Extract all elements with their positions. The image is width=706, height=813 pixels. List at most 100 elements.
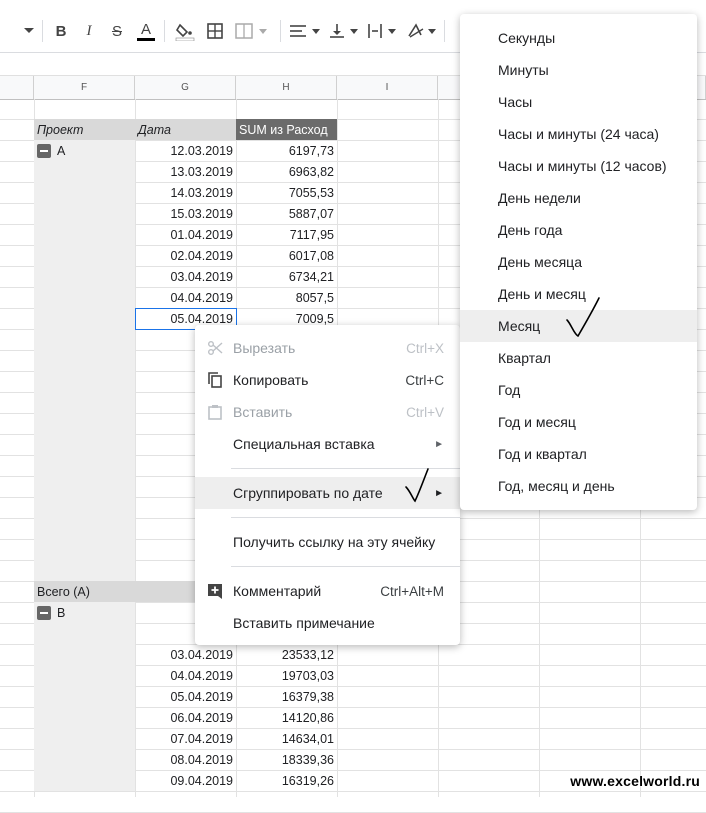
pivot-date-cell[interactable]: 05.04.2019 <box>135 686 236 707</box>
submenu-item[interactable]: Часы <box>460 86 697 118</box>
column-header-f[interactable]: F <box>34 76 135 99</box>
submenu-item[interactable]: Часы и минуты (12 часов) <box>460 150 697 182</box>
pivot-group-cell[interactable] <box>34 224 135 245</box>
text-rotation-icon[interactable] <box>406 20 440 42</box>
bold-icon[interactable]: B <box>52 20 70 42</box>
pivot-value-cell[interactable]: 16379,38 <box>236 686 337 707</box>
column-header-blank[interactable] <box>0 76 34 99</box>
pivot-date-cell[interactable]: 04.04.2019 <box>135 287 236 308</box>
pivot-group-cell[interactable] <box>34 350 135 371</box>
pivot-group-cell[interactable] <box>34 539 135 560</box>
pivot-value-cell[interactable]: 5887,07 <box>236 203 337 224</box>
pivot-group-cell[interactable]: A <box>34 140 135 161</box>
pivot-date-cell[interactable]: 08.04.2019 <box>135 749 236 770</box>
pivot-group-cell[interactable] <box>34 266 135 287</box>
pivot-date-cell[interactable]: 03.04.2019 <box>135 266 236 287</box>
pivot-value-cell[interactable]: 7055,53 <box>236 182 337 203</box>
collapse-group-icon[interactable] <box>37 143 51 158</box>
pivot-value-cell[interactable]: 7117,95 <box>236 224 337 245</box>
pivot-group-cell[interactable] <box>34 728 135 749</box>
pivot-date-cell[interactable]: 01.04.2019 <box>135 224 236 245</box>
pivot-group-cell[interactable] <box>34 497 135 518</box>
pivot-group-cell[interactable] <box>34 182 135 203</box>
pivot-group-cell[interactable] <box>34 665 135 686</box>
pivot-group-cell[interactable] <box>34 560 135 581</box>
italic-icon[interactable]: I <box>80 20 98 42</box>
pivot-date-cell[interactable]: 15.03.2019 <box>135 203 236 224</box>
pivot-group-cell[interactable] <box>34 623 135 644</box>
pivot-value-cell[interactable]: 6197,73 <box>236 140 337 161</box>
pivot-group-cell[interactable] <box>34 329 135 350</box>
submenu-item[interactable]: Минуты <box>460 54 697 86</box>
pivot-value-cell[interactable]: 14120,86 <box>236 707 337 728</box>
pivot-value-cell[interactable]: 6017,08 <box>236 245 337 266</box>
submenu-item[interactable]: День недели <box>460 182 697 214</box>
pivot-header-project[interactable]: Проект <box>34 119 135 140</box>
column-header-h[interactable]: H <box>236 76 337 99</box>
menu-item-copy[interactable]: Копировать Ctrl+C <box>195 364 460 396</box>
submenu-item[interactable]: Год и квартал <box>460 438 697 470</box>
pivot-group-cell[interactable] <box>34 371 135 392</box>
pivot-group-cell[interactable] <box>34 161 135 182</box>
menu-item-insert-note[interactable]: Вставить примечание <box>195 607 460 639</box>
pivot-group-cell[interactable] <box>34 287 135 308</box>
pivot-group-cell[interactable] <box>34 707 135 728</box>
column-header-i[interactable]: I <box>337 76 438 99</box>
menu-item-paste-special[interactable]: Специальная вставка ► <box>195 428 460 460</box>
horizontal-align-icon[interactable] <box>288 20 322 42</box>
pivot-value-cell[interactable]: 23533,12 <box>236 644 337 665</box>
menu-item-paste[interactable]: Вставить Ctrl+V <box>195 396 460 428</box>
pivot-group-cell[interactable] <box>34 203 135 224</box>
pivot-group-cell[interactable] <box>34 644 135 665</box>
submenu-item[interactable]: Год, месяц и день <box>460 470 697 502</box>
pivot-group-cell[interactable] <box>34 476 135 497</box>
menu-item-get-link[interactable]: Получить ссылку на эту ячейку <box>195 526 460 558</box>
pivot-group-cell[interactable] <box>34 392 135 413</box>
vertical-align-icon[interactable] <box>328 20 362 42</box>
pivot-group-cell[interactable] <box>34 770 135 791</box>
pivot-total-label[interactable]: Всего (A) <box>34 581 135 602</box>
merge-cells-icon[interactable] <box>234 20 270 42</box>
fill-color-icon[interactable] <box>174 20 196 42</box>
submenu-item[interactable]: День месяца <box>460 246 697 278</box>
pivot-group-cell[interactable] <box>34 749 135 770</box>
submenu-item[interactable]: Квартал <box>460 342 697 374</box>
pivot-group-cell[interactable] <box>34 245 135 266</box>
pivot-date-cell[interactable]: 13.03.2019 <box>135 161 236 182</box>
pivot-value-cell[interactable]: 6734,21 <box>236 266 337 287</box>
pivot-group-cell[interactable]: B <box>34 602 135 623</box>
pivot-date-cell[interactable]: 04.04.2019 <box>135 665 236 686</box>
column-header-g[interactable]: G <box>135 76 236 99</box>
pivot-value-cell[interactable]: 8057,5 <box>236 287 337 308</box>
submenu-item[interactable]: Год <box>460 374 697 406</box>
font-size-dropdown-icon[interactable] <box>22 20 36 42</box>
pivot-group-cell[interactable] <box>34 686 135 707</box>
pivot-value-cell[interactable]: 16319,26 <box>236 770 337 791</box>
pivot-header-date[interactable]: Дата <box>135 119 236 140</box>
submenu-item[interactable]: День года <box>460 214 697 246</box>
pivot-group-cell[interactable] <box>34 434 135 455</box>
pivot-date-cell[interactable]: 02.04.2019 <box>135 245 236 266</box>
pivot-group-cell[interactable] <box>34 455 135 476</box>
pivot-value-cell[interactable]: 14634,01 <box>236 728 337 749</box>
submenu-item[interactable]: Год и месяц <box>460 406 697 438</box>
pivot-date-cell[interactable]: 14.03.2019 <box>135 182 236 203</box>
pivot-value-cell[interactable]: 6963,82 <box>236 161 337 182</box>
strikethrough-icon[interactable]: S <box>108 20 126 42</box>
pivot-group-cell[interactable] <box>34 518 135 539</box>
pivot-date-cell[interactable]: 03.04.2019 <box>135 644 236 665</box>
pivot-header-sum[interactable]: SUM из Расход <box>236 119 337 140</box>
borders-icon[interactable] <box>205 20 225 42</box>
pivot-value-cell[interactable]: 19703,03 <box>236 665 337 686</box>
pivot-date-cell[interactable]: 12.03.2019 <box>135 140 236 161</box>
pivot-date-cell[interactable]: 09.04.2019 <box>135 770 236 791</box>
collapse-group-icon[interactable] <box>37 605 51 620</box>
submenu-item[interactable]: Часы и минуты (24 часа) <box>460 118 697 150</box>
pivot-group-cell[interactable] <box>34 308 135 329</box>
pivot-date-cell[interactable]: 06.04.2019 <box>135 707 236 728</box>
menu-item-cut[interactable]: Вырезать Ctrl+X <box>195 332 460 364</box>
submenu-item[interactable]: Секунды <box>460 22 697 54</box>
menu-item-comment[interactable]: Комментарий Ctrl+Alt+M <box>195 575 460 607</box>
pivot-group-cell[interactable] <box>34 413 135 434</box>
text-color-icon[interactable]: A <box>136 20 156 42</box>
